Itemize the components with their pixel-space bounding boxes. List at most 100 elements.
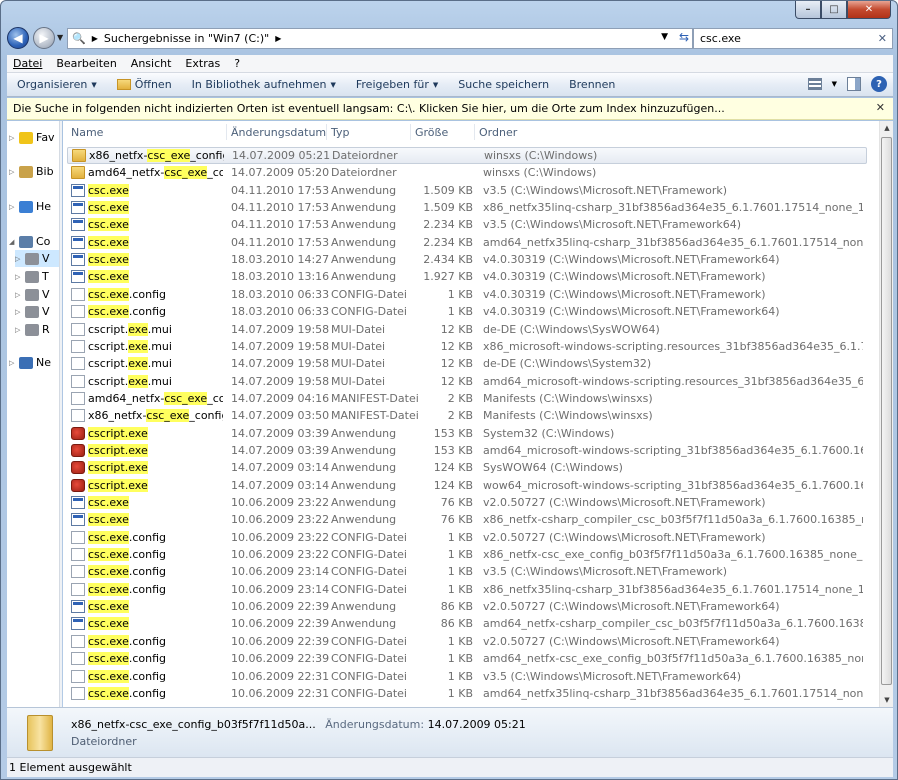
open-button[interactable]: Öffnen [107, 78, 182, 91]
nav-item[interactable]: ▷ He [9, 198, 51, 215]
table-row[interactable]: csc.exe.config 10.06.2009 23:14 CONFIG-Dat… [67, 581, 867, 598]
expand-icon[interactable]: ▷ [9, 134, 19, 142]
expand-icon[interactable]: ◢ [9, 238, 19, 246]
vertical-scrollbar[interactable]: ▲ ▼ [879, 121, 893, 707]
organize-button[interactable]: Organisieren ▼ [7, 78, 107, 91]
table-row[interactable]: csc.exe.config 10.06.2009 22:39 CONFIG-Dat… [67, 650, 867, 667]
table-row[interactable]: csc.exe.config 10.06.2009 22:31 CONFIG-Dat… [67, 668, 867, 685]
table-row[interactable]: csc.exe.config 10.06.2009 22:31 CONFIG-Dat… [67, 685, 867, 702]
nav-item[interactable]: ◢ Co [9, 233, 50, 250]
table-row[interactable]: amd64_netfx-csc_exe_config... 14.07.2009 … [67, 390, 867, 407]
back-button[interactable]: ◀ [7, 27, 29, 49]
close-button[interactable]: ✕ [847, 1, 891, 19]
expand-icon[interactable]: ▷ [15, 326, 25, 334]
column-type[interactable]: Typ [327, 124, 411, 140]
view-dropdown-icon[interactable]: ▼ [832, 80, 837, 88]
nav-item[interactable]: ▷ V [15, 250, 59, 267]
table-row[interactable]: csc.exe 10.06.2009 22:39 Anwendung 86 KB amd… [67, 615, 867, 632]
table-row[interactable]: csc.exe 18.03.2010 14:27 Anwendung 2.434 KB… [67, 251, 867, 268]
clear-search-icon[interactable]: ✕ [878, 32, 887, 45]
table-row[interactable]: csc.exe.config 10.06.2009 23:22 CONFIG-Dat… [67, 546, 867, 563]
expand-icon[interactable]: ▷ [9, 359, 19, 367]
expand-icon[interactable]: ▷ [15, 255, 25, 263]
expand-icon[interactable]: ▷ [9, 168, 19, 176]
menu-extras[interactable]: Extras [179, 57, 228, 70]
file-date: 04.11.2010 17:53 [231, 235, 330, 249]
address-bar[interactable]: 🔍 ▶ Suchergebnisse in "Win7 (C:)" ▶ ▼ ⇆ [67, 28, 693, 49]
nav-item[interactable]: ▷ V [15, 303, 50, 320]
table-row[interactable]: csc.exe 04.11.2010 17:53 Anwendung 2.234 KB… [67, 234, 867, 251]
table-row[interactable]: x86_netfx-csc_exe_config_b0... 14.07.2009… [67, 147, 867, 164]
column-date[interactable]: Änderungsdatum [227, 124, 327, 140]
breadcrumb-search-results[interactable]: Suchergebnisse in "Win7 (C:)" [98, 32, 269, 45]
table-row[interactable]: cscript.exe 14.07.2009 03:14 Anwendung 124 … [67, 459, 867, 476]
file-date: 10.06.2009 23:22 [231, 496, 330, 509]
nav-item[interactable]: ▷ Ne [9, 354, 51, 371]
table-row[interactable]: amd64_netfx-csc_exe_config... 14.07.2009 … [67, 164, 867, 181]
scroll-down-icon[interactable]: ▼ [880, 693, 894, 707]
minimize-button[interactable]: – [795, 1, 821, 19]
column-name[interactable]: Name [67, 124, 227, 140]
table-row[interactable]: csc.exe 10.06.2009 23:22 Anwendung 76 KB v2.… [67, 494, 867, 511]
table-row[interactable]: x86_netfx-csc_exe_config_b0... 14.07.2009… [67, 407, 867, 424]
table-row[interactable]: csc.exe.config 18.03.2010 06:33 CONFIG-Dat… [67, 286, 867, 303]
table-row[interactable]: csc.exe 10.06.2009 22:39 Anwendung 86 KB v2.… [67, 598, 867, 615]
column-folder[interactable]: Ordner [475, 124, 875, 140]
save-search-button[interactable]: Suche speichern [448, 78, 559, 91]
expand-icon[interactable]: ▷ [15, 308, 25, 316]
help-icon[interactable]: ? [871, 76, 887, 92]
file-icon [71, 287, 85, 301]
forward-button[interactable]: ▶ [33, 27, 55, 49]
table-row[interactable]: csc.exe 04.11.2010 17:53 Anwendung 1.509 KB… [67, 182, 867, 199]
table-row[interactable]: cscript.exe 14.07.2009 03:39 Anwendung 153 … [67, 425, 867, 442]
menu-ansicht[interactable]: Ansicht [125, 57, 180, 70]
table-row[interactable]: csc.exe.config 10.06.2009 23:14 CONFIG-Dat… [67, 563, 867, 580]
nav-item[interactable]: ▷ R [15, 321, 50, 338]
recent-pages-dropdown[interactable]: ▼ [57, 33, 63, 42]
burn-button[interactable]: Brennen [559, 78, 625, 91]
table-row[interactable]: csc.exe 04.11.2010 17:53 Anwendung 1.509 KB… [67, 199, 867, 216]
table-row[interactable]: csc.exe 18.03.2010 13:16 Anwendung 1.927 KB… [67, 268, 867, 285]
nav-item[interactable]: ▷ V [15, 286, 50, 303]
table-row[interactable]: cscript.exe 14.07.2009 03:39 Anwendung 153 … [67, 442, 867, 459]
info-bar-text[interactable]: Die Suche in folgenden nicht indizierten… [13, 102, 725, 115]
expand-icon[interactable]: ▷ [15, 291, 25, 299]
scroll-up-icon[interactable]: ▲ [880, 121, 894, 135]
table-row[interactable]: cscript.exe 14.07.2009 03:14 Anwendung 124 … [67, 477, 867, 494]
share-button[interactable]: Freigeben für ▼ [346, 78, 448, 91]
nav-item[interactable]: ▷ Bib [9, 163, 54, 180]
menu-bearbeiten[interactable]: Bearbeiten [50, 57, 124, 70]
table-row[interactable]: csc.exe.config 10.06.2009 23:22 CONFIG-Dat… [67, 529, 867, 546]
address-history-dropdown[interactable]: ▼ [661, 32, 668, 42]
file-name-cell: csc.exe.config [71, 287, 223, 301]
refresh-icon[interactable]: ⇆ [679, 30, 689, 44]
expand-icon[interactable]: ▷ [15, 273, 25, 281]
table-row[interactable]: csc.exe 04.11.2010 17:53 Anwendung 2.234 KB… [67, 216, 867, 233]
table-row[interactable]: csc.exe.config 10.06.2009 22:39 CONFIG-Dat… [67, 633, 867, 650]
nav-item[interactable]: ▷ T [15, 268, 49, 285]
search-match-highlight: csc.exe [88, 218, 129, 232]
scroll-thumb[interactable] [881, 137, 892, 685]
search-input[interactable] [700, 32, 870, 45]
preview-pane-icon[interactable] [847, 77, 861, 91]
expand-icon[interactable]: ▷ [9, 203, 19, 211]
include-library-button[interactable]: In Bibliothek aufnehmen ▼ [182, 78, 346, 91]
nav-item[interactable]: ▷ Fav [9, 129, 55, 146]
table-row[interactable]: csc.exe.config 18.03.2010 06:33 CONFIG-Dat… [67, 303, 867, 320]
file-folder: x86_netfx35linq-csharp_31bf3856ad364e35_… [483, 201, 863, 215]
close-info-bar-icon[interactable]: ✕ [876, 101, 885, 114]
index-info-bar[interactable]: Die Suche in folgenden nicht indizierten… [7, 98, 893, 120]
table-row[interactable]: cscript.exe.mui 14.07.2009 19:58 MUI-Datei… [67, 321, 867, 338]
table-row[interactable]: cscript.exe.mui 14.07.2009 19:58 MUI-Datei… [67, 373, 867, 390]
table-row[interactable]: cscript.exe.mui 14.07.2009 19:58 MUI-Datei… [67, 355, 867, 372]
column-size[interactable]: Größe [411, 124, 475, 140]
menu-datei[interactable]: Datei [7, 57, 50, 70]
breadcrumb-chevron-icon[interactable]: ▶ [275, 34, 281, 43]
menu-help[interactable]: ? [228, 57, 248, 70]
view-options-icon[interactable] [807, 78, 822, 90]
pane-splitter[interactable] [59, 121, 62, 707]
table-row[interactable]: csc.exe 10.06.2009 23:22 Anwendung 76 KB x86… [67, 511, 867, 528]
maximize-button[interactable]: □ [821, 1, 847, 19]
table-row[interactable]: cscript.exe.mui 14.07.2009 19:58 MUI-Datei… [67, 338, 867, 355]
search-box[interactable]: ✕ [693, 28, 893, 49]
